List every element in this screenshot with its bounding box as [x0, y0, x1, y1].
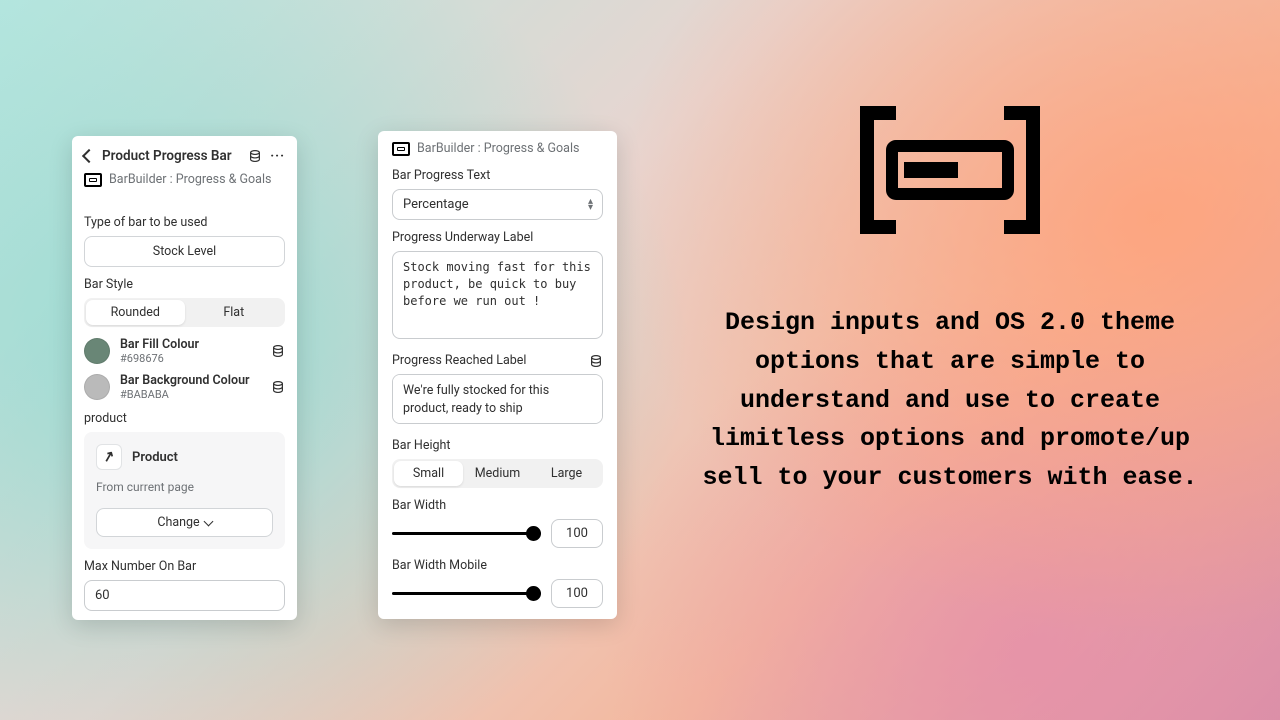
underway-textarea[interactable] [392, 251, 603, 339]
segment-flat[interactable]: Flat [185, 300, 284, 325]
app-identifier: BarBuilder : Progress & Goals [84, 172, 285, 187]
bg-colour-row: Bar Background Colour #BABABA [84, 373, 285, 401]
segment-large[interactable]: Large [532, 461, 601, 486]
slider-thumb[interactable] [526, 526, 541, 541]
more-icon[interactable]: ··· [270, 149, 285, 164]
panel-header: Product Progress Bar ··· [84, 148, 285, 164]
fill-colour-hex: #698676 [120, 352, 261, 365]
back-icon[interactable] [82, 149, 96, 163]
fill-colour-row: Bar Fill Colour #698676 [84, 337, 285, 365]
database-icon[interactable] [271, 344, 285, 358]
app-badge-icon [84, 173, 102, 187]
app-name: BarBuilder : Progress & Goals [109, 172, 271, 187]
app-name: BarBuilder : Progress & Goals [417, 141, 579, 156]
bar-height-segmented: Small Medium Large [392, 459, 603, 488]
product-name: Product [132, 450, 178, 465]
bar-height-label: Bar Height [392, 438, 603, 453]
bar-width-label: Bar Width [392, 498, 603, 513]
app-badge-icon [392, 142, 410, 156]
bg-colour-hex: #BABABA [120, 388, 261, 401]
segment-medium[interactable]: Medium [463, 461, 532, 486]
database-icon[interactable] [271, 380, 285, 394]
hero-text: Design inputs and OS 2.0 theme options t… [680, 304, 1220, 498]
hero-section: Design inputs and OS 2.0 theme options t… [680, 100, 1220, 498]
product-source: From current page [96, 480, 273, 494]
slider-thumb[interactable] [526, 586, 541, 601]
bar-width-mobile-input[interactable] [551, 579, 603, 608]
select-caret-icon: ▴▾ [588, 199, 593, 211]
chevron-down-icon [203, 517, 213, 527]
bar-style-label: Bar Style [84, 277, 285, 292]
fill-colour-swatch[interactable] [84, 338, 110, 364]
product-label: product [84, 411, 285, 426]
max-number-input[interactable] [84, 580, 285, 611]
database-icon[interactable] [248, 149, 262, 163]
segment-rounded[interactable]: Rounded [86, 300, 185, 325]
reached-textarea[interactable] [392, 374, 603, 424]
database-icon[interactable] [589, 354, 603, 368]
bar-width-mobile-slider[interactable] [392, 585, 541, 603]
bg-colour-swatch[interactable] [84, 374, 110, 400]
bg-colour-name: Bar Background Colour [120, 373, 261, 388]
change-button[interactable]: Change [96, 508, 273, 537]
product-icon: ↗ [96, 444, 122, 470]
type-label: Type of bar to be used [84, 215, 285, 230]
bar-style-segmented: Rounded Flat [84, 298, 285, 327]
bar-width-mobile-label: Bar Width Mobile [392, 558, 603, 573]
bar-width-slider[interactable] [392, 525, 541, 543]
reached-label: Progress Reached Label [392, 353, 526, 368]
segment-small[interactable]: Small [394, 461, 463, 486]
progress-text-label: Bar Progress Text [392, 168, 603, 183]
progress-text-select[interactable]: Percentage ▴▾ [392, 189, 603, 220]
product-picker: ↗ Product From current page Change [84, 432, 285, 549]
max-number-label: Max Number On Bar [84, 559, 285, 574]
bar-width-input[interactable] [551, 519, 603, 548]
panel-title: Product Progress Bar [102, 148, 240, 164]
settings-panel-left: Product Progress Bar ··· BarBuilder : Pr… [72, 136, 297, 620]
brand-logo-icon [850, 100, 1050, 244]
settings-panel-right: BarBuilder : Progress & Goals Bar Progre… [378, 131, 617, 619]
fill-colour-name: Bar Fill Colour [120, 337, 261, 352]
bar-type-select[interactable]: Stock Level [84, 236, 285, 267]
underway-label: Progress Underway Label [392, 230, 603, 245]
app-identifier: BarBuilder : Progress & Goals [392, 141, 603, 156]
